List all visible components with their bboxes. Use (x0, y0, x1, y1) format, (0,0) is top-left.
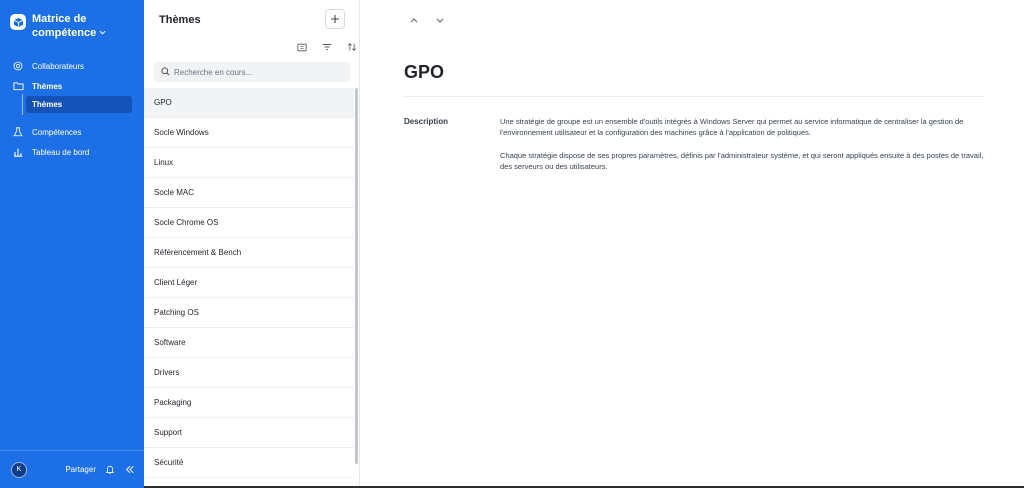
filter-icon[interactable] (320, 41, 334, 53)
themes-panel: Thèmes GPO Socle Windows Linux Socle MAC Soc… (144, 0, 360, 488)
sidebar-item-label: Collaborateurs (32, 61, 85, 71)
folder-icon (12, 80, 24, 92)
list-item-label: GPO (154, 98, 172, 107)
sidebar-subitem-label: Thèmes (32, 100, 63, 109)
share-button[interactable]: Partager (65, 465, 96, 474)
cube-logo-icon (10, 14, 26, 30)
list-item-label: Socle Windows (154, 128, 209, 137)
list-item-label: Software (154, 338, 186, 347)
scrollbar-thumb[interactable] (355, 88, 358, 464)
list-item-label: Support (154, 428, 183, 437)
panel-toolbar (284, 41, 359, 53)
description-paragraph: Une stratégie de groupe est un ensemble … (500, 117, 964, 137)
search-input[interactable] (174, 67, 344, 77)
sidebar-item-label: Tableau de bord (32, 147, 90, 157)
theme-detail: GPO Description Une stratégie de groupe … (360, 0, 1024, 488)
sidebar-item-collaborateurs[interactable]: Collaborateurs (0, 56, 144, 76)
sidebar-item-label: Thèmes (32, 81, 63, 91)
sidebar: Matrice de compétence Collaborateurs Thè… (0, 0, 144, 488)
themes-list: GPO Socle Windows Linux Socle MAC Socle Chro… (144, 88, 354, 478)
list-item-label: Référencement & Bench (154, 248, 242, 257)
list-item-label: Sécurité (154, 458, 184, 467)
list-item[interactable]: Packaging (144, 388, 354, 418)
sidebar-item-themes[interactable]: Thèmes (0, 76, 144, 96)
avatar[interactable]: K (11, 461, 27, 478)
list-item[interactable]: Référencement & Bench (144, 238, 354, 268)
sidebar-item-label: Compétences (32, 127, 82, 137)
list-item[interactable]: GPO (144, 88, 354, 118)
sidebar-item-competences[interactable]: Compétences (0, 122, 144, 142)
add-theme-button[interactable] (325, 9, 345, 29)
divider (404, 96, 984, 97)
view-toggle-icon[interactable] (295, 41, 309, 53)
chevron-down-icon[interactable] (434, 14, 446, 26)
list-item-label: Drivers (154, 368, 180, 377)
list-item[interactable]: Socle Chrome OS (144, 208, 354, 238)
description-label: Description (404, 117, 449, 126)
list-item[interactable]: Drivers (144, 358, 354, 388)
chevron-down-icon (99, 26, 106, 40)
list-item-label: Patching OS (154, 308, 199, 317)
workspace-switcher[interactable]: Matrice de compétence (10, 12, 132, 40)
list-item-label: Socle MAC (154, 188, 195, 197)
list-scrollbar[interactable] (354, 88, 359, 464)
plus-icon (331, 15, 339, 23)
list-item-label: Client Léger (154, 278, 198, 287)
flask-icon (12, 126, 24, 138)
detail-title: GPO (404, 62, 445, 82)
app-title: Matrice de compétence (32, 13, 97, 39)
list-item-label: Socle Chrome OS (154, 218, 219, 227)
list-item[interactable]: Patching OS (144, 298, 354, 328)
list-item-label: Packaging (154, 398, 192, 407)
list-item[interactable]: Linux (144, 148, 354, 178)
chevron-up-icon[interactable] (408, 14, 420, 26)
sort-icon[interactable] (345, 41, 359, 53)
search-box (154, 62, 350, 82)
description-text: Une stratégie de groupe est un ensemble … (500, 116, 990, 184)
list-item[interactable]: Support (144, 418, 354, 448)
list-item[interactable]: Socle MAC (144, 178, 354, 208)
sidebar-subitem-themes[interactable]: Thèmes (22, 94, 132, 115)
list-item[interactable]: Sécurité (144, 448, 354, 478)
sidebar-nav: Collaborateurs Thèmes Thèmes Compétences… (0, 56, 144, 162)
search-icon (161, 66, 170, 78)
list-item-label: Linux (154, 158, 174, 167)
collapse-sidebar-icon[interactable] (124, 464, 136, 476)
description-paragraph: Chaque stratégie dispose de ses propres … (500, 151, 984, 171)
list-item[interactable]: Socle Windows (144, 118, 354, 148)
at-sign-icon (12, 60, 24, 72)
sidebar-footer: K Partager (0, 450, 144, 488)
panel-title: Thèmes (159, 14, 201, 26)
bell-icon[interactable] (104, 464, 116, 476)
list-item[interactable]: Software (144, 328, 354, 358)
list-item[interactable]: Client Léger (144, 268, 354, 298)
dashboard-icon (12, 146, 24, 158)
record-navigation (408, 14, 460, 26)
sidebar-item-tableau-de-bord[interactable]: Tableau de bord (0, 142, 144, 162)
